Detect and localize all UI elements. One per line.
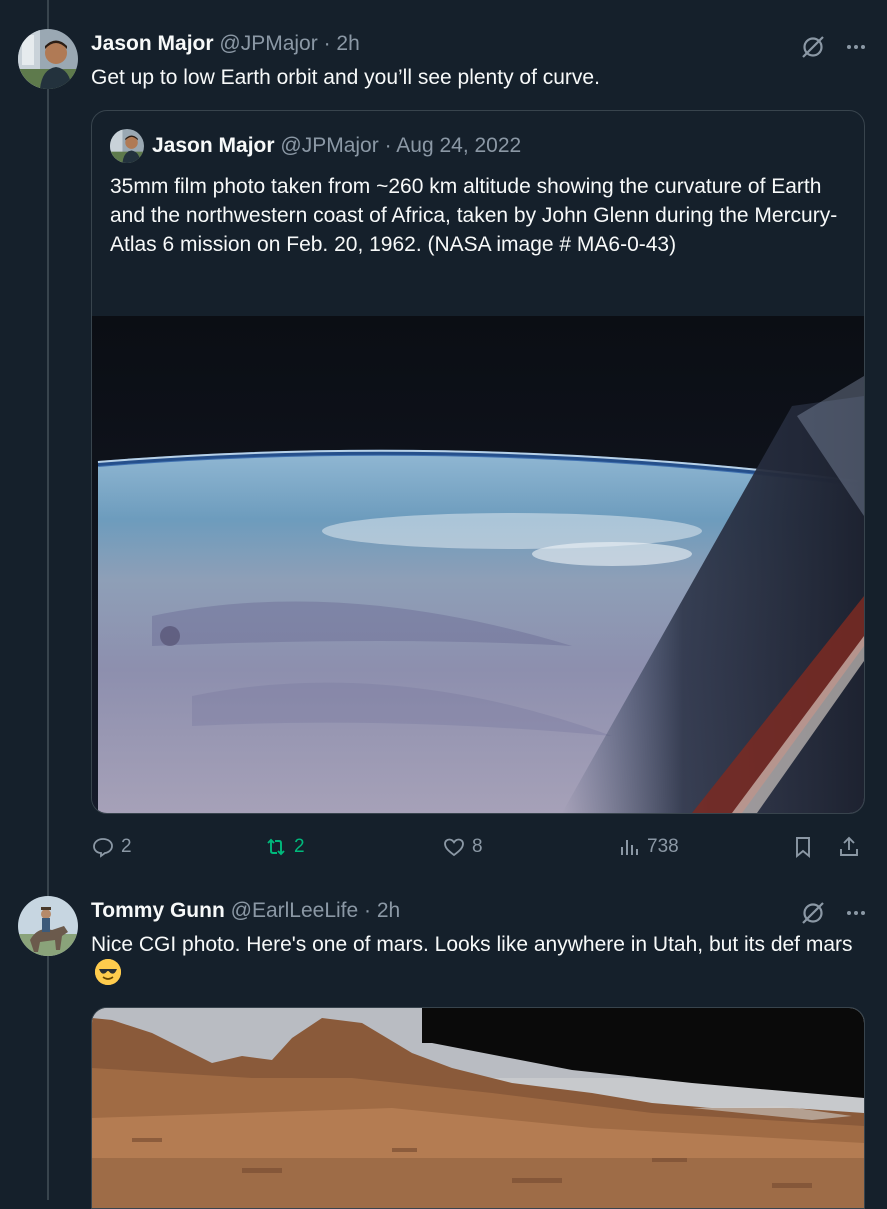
tweet-top-icons xyxy=(800,900,868,926)
avatar[interactable] xyxy=(18,896,78,956)
reply-button[interactable]: 2 xyxy=(91,830,132,864)
share-icon xyxy=(840,836,858,856)
bookmark-button[interactable] xyxy=(791,830,815,864)
tweet-header: Jason Major @JPMajor · 2h xyxy=(91,32,360,56)
tweet-top-icons xyxy=(800,34,868,60)
bookmark-icon xyxy=(796,837,810,859)
quoted-header: Jason Major @JPMajor · Aug 24, 2022 xyxy=(152,134,521,158)
views-button[interactable]: 738 xyxy=(617,830,679,864)
author-name[interactable]: Jason Major xyxy=(91,32,214,55)
tweet-text: Get up to low Earth orbit and you’ll see… xyxy=(91,66,600,89)
quoted-author-name[interactable]: Jason Major xyxy=(152,134,275,157)
grok-icon[interactable] xyxy=(800,900,826,926)
quoted-text: 35mm film photo taken from ~260 km altit… xyxy=(110,175,838,256)
quoted-date[interactable]: Aug 24, 2022 xyxy=(396,134,521,157)
tweet-jason-major[interactable]: Jason Major @JPMajor · 2h Get up to low … xyxy=(0,0,887,880)
mars-photo[interactable] xyxy=(91,1007,865,1209)
repost-count: 2 xyxy=(294,836,305,857)
timestamp[interactable]: 2h xyxy=(377,899,400,922)
sunglasses-emoji-icon xyxy=(95,959,121,985)
reply-icon xyxy=(93,838,113,858)
author-name[interactable]: Tommy Gunn xyxy=(91,899,225,922)
author-handle[interactable]: @EarlLeeLife xyxy=(231,899,359,922)
repost-button[interactable]: 2 xyxy=(264,830,305,864)
tweet-text-content: Nice CGI photo. Here's one of mars. Look… xyxy=(91,933,853,956)
avatar[interactable] xyxy=(18,29,78,89)
share-button[interactable] xyxy=(837,830,861,864)
more-icon[interactable] xyxy=(844,35,868,59)
separator-dot: · xyxy=(323,32,331,55)
quoted-tweet[interactable]: Jason Major @JPMajor · Aug 24, 2022 35mm… xyxy=(91,110,865,814)
like-count: 8 xyxy=(472,836,483,857)
like-button[interactable]: 8 xyxy=(442,830,483,864)
views-icon xyxy=(621,840,638,855)
view-count: 738 xyxy=(647,836,679,857)
grok-icon[interactable] xyxy=(800,34,826,60)
quoted-author-handle[interactable]: @JPMajor xyxy=(280,134,378,157)
repost-icon xyxy=(267,838,285,856)
separator-dot: · xyxy=(384,134,392,157)
quoted-avatar[interactable] xyxy=(110,129,144,163)
author-handle[interactable]: @JPMajor xyxy=(219,32,317,55)
reply-count: 2 xyxy=(121,836,132,857)
timestamp[interactable]: 2h xyxy=(336,32,359,55)
tweet-text: Nice CGI photo. Here's one of mars. Look… xyxy=(91,930,871,988)
like-icon xyxy=(444,838,464,857)
tweet-actions: 2 2 8 738 xyxy=(91,830,863,864)
tweet-header: Tommy Gunn @EarlLeeLife · 2h xyxy=(91,899,400,923)
more-icon[interactable] xyxy=(844,901,868,925)
separator-dot: · xyxy=(364,899,372,922)
earth-orbit-photo[interactable] xyxy=(92,316,864,813)
